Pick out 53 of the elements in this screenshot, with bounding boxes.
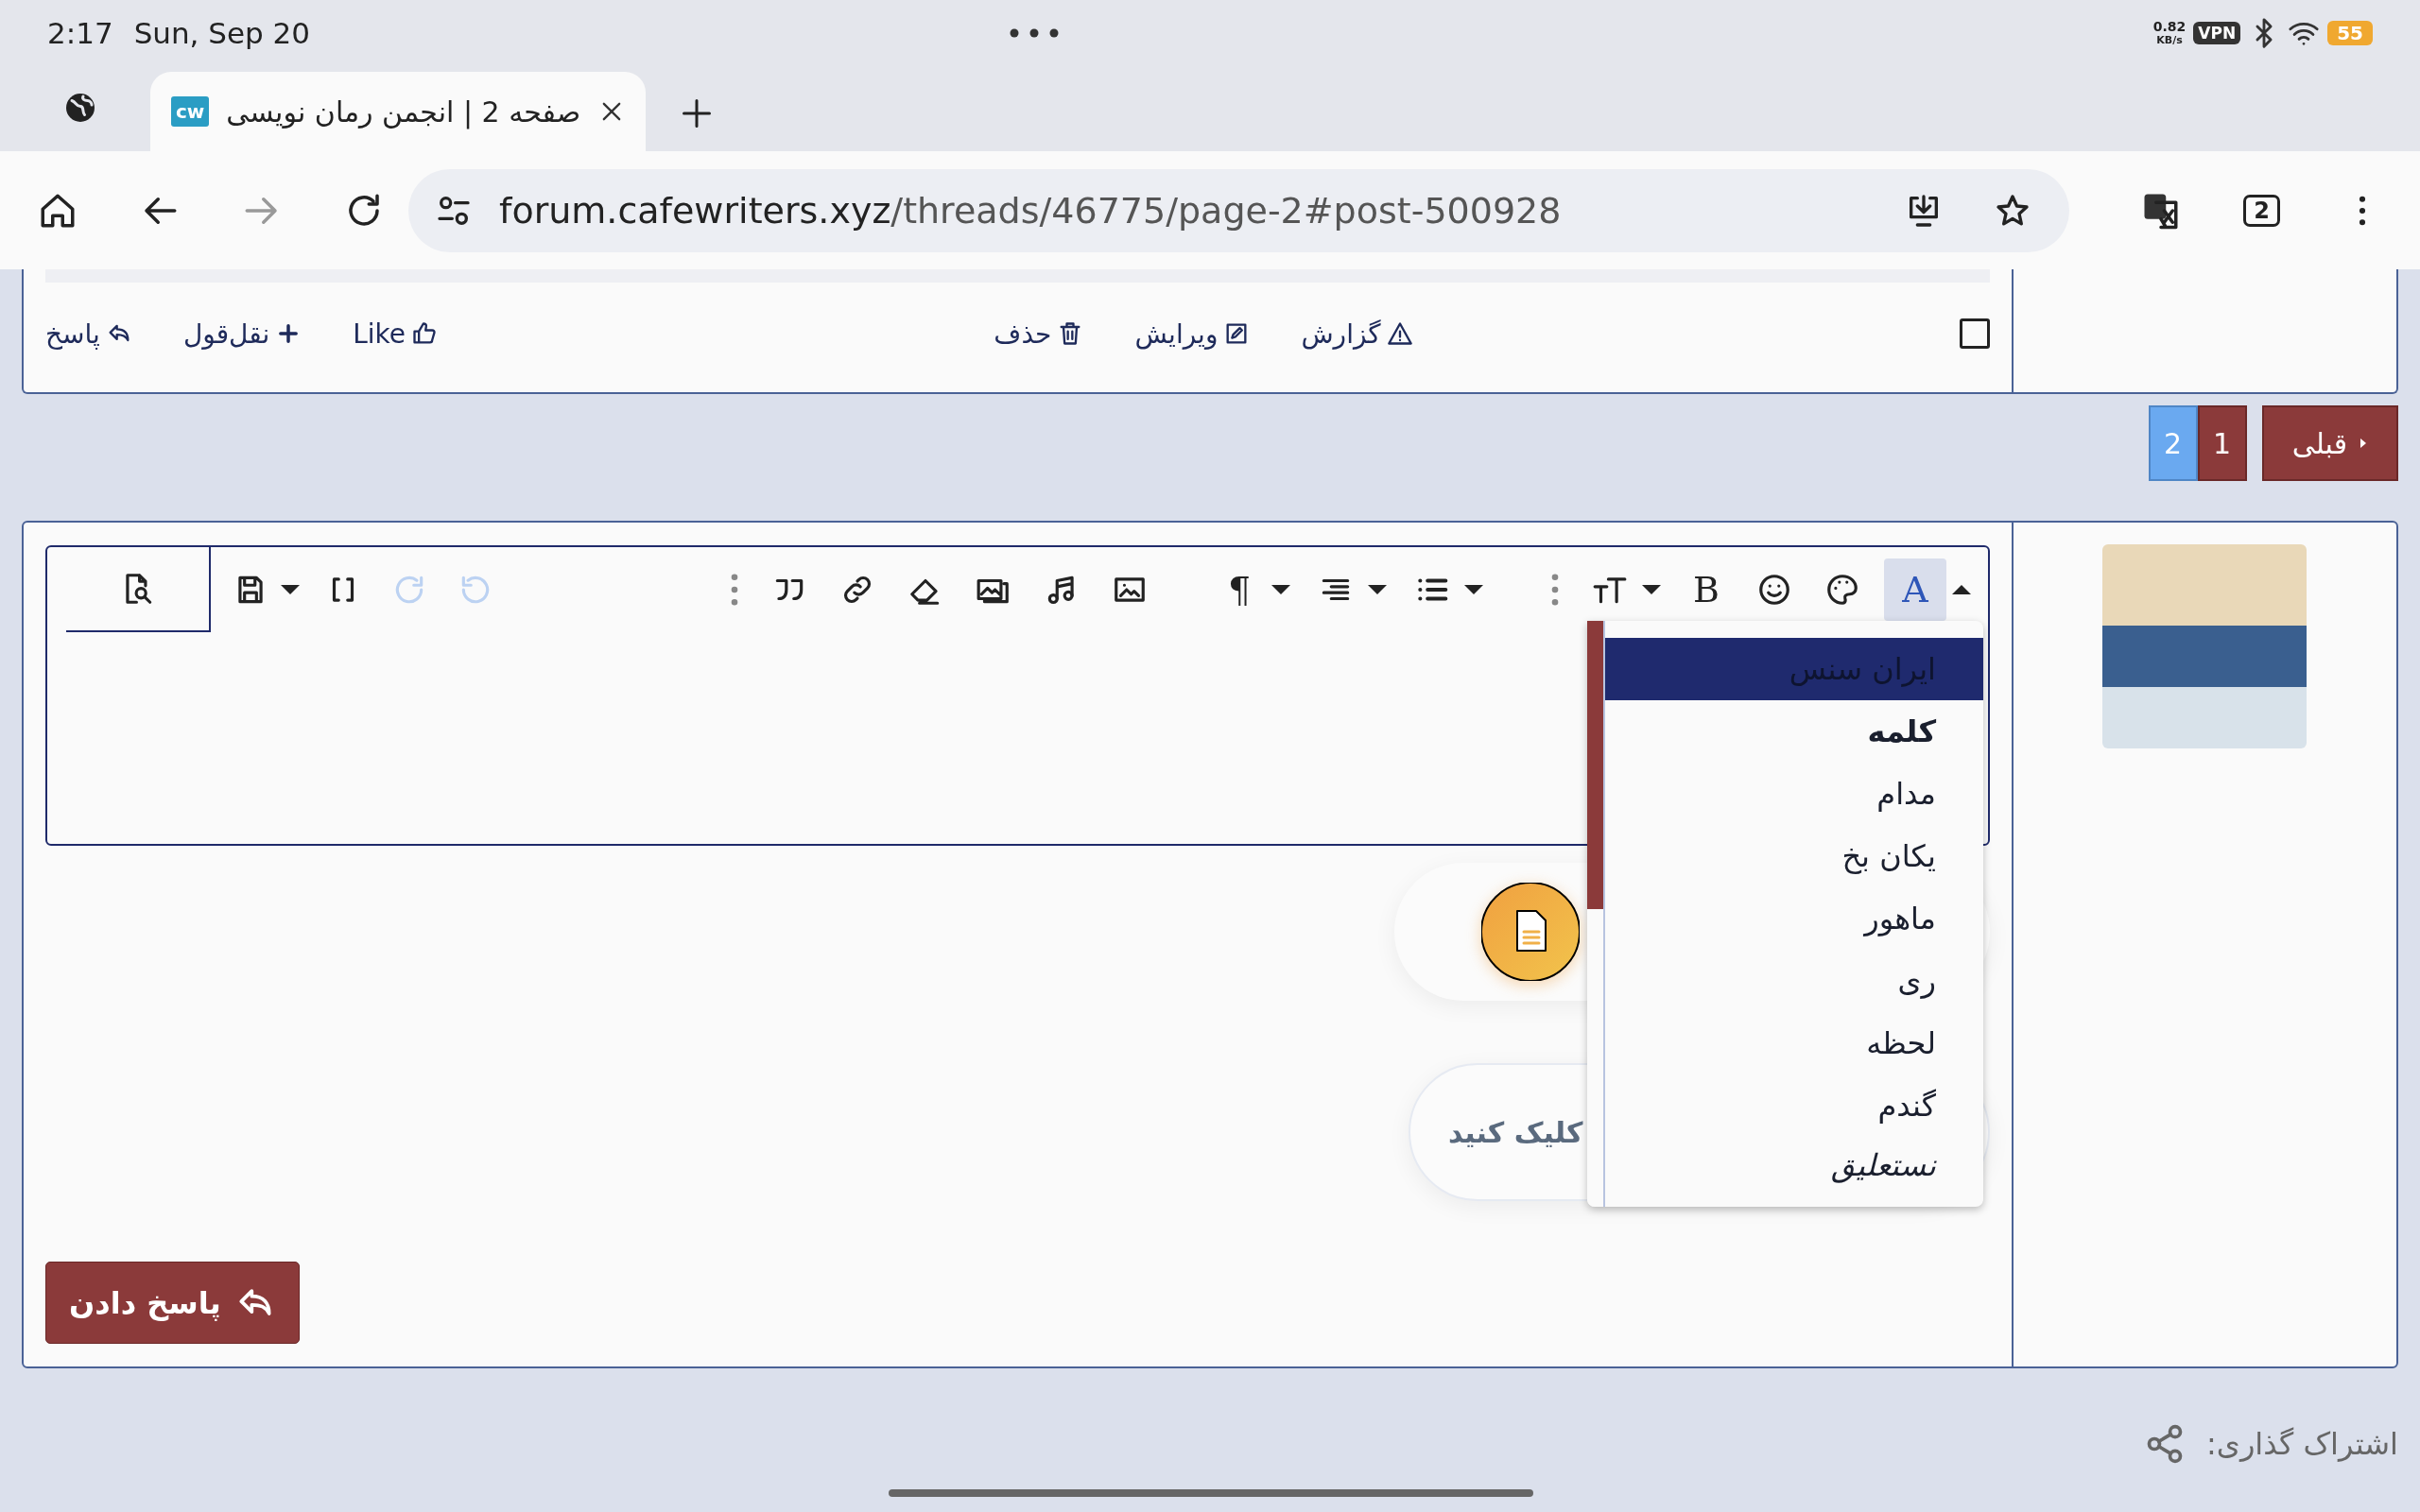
smiley-icon [1756, 572, 1792, 608]
reply-link[interactable]: پاسخ [45, 318, 132, 350]
caret-icon [2359, 437, 2368, 450]
caret-icon [1368, 585, 1387, 594]
tab-title: صفحه 2 | انجمن رمان نویسی [226, 94, 581, 129]
dots-icon [731, 574, 738, 606]
battery-level: 55 [2327, 21, 2373, 45]
site-favicon: cw [171, 96, 210, 127]
caret-icon [1952, 585, 1971, 594]
url-text: forum.cafewriters.xyz/threads/46775/page-2#post-500928 [499, 189, 1562, 232]
select-checkbox[interactable] [1960, 318, 1990, 349]
page-button[interactable]: 1 [2197, 405, 2247, 481]
delete-link[interactable]: حذف [994, 318, 1084, 350]
bold-button[interactable]: B [1680, 563, 1733, 616]
report-link[interactable]: گزارش [1301, 318, 1413, 350]
warning-icon [1386, 320, 1413, 347]
network-speed: 0.82 [2152, 20, 2187, 35]
previous-button[interactable]: قبلی [2261, 405, 2398, 481]
network-unit: KB/s [2156, 34, 2183, 46]
font-option[interactable]: نستعلیق [1605, 1137, 1983, 1194]
edit-link[interactable]: ویرایش [1134, 318, 1251, 350]
reply-button[interactable]: پاسخ دادن [45, 1262, 300, 1344]
font-option[interactable]: ماهور [1605, 887, 1983, 950]
status-date: Sun, Sep 20 [133, 16, 311, 50]
caret-icon [1642, 585, 1661, 594]
scrollbar[interactable] [1587, 621, 1605, 1207]
like-link[interactable]: Like [353, 318, 439, 350]
address-bar[interactable]: forum.cafewriters.xyz/threads/46775/page-2#post-500928 [408, 168, 2070, 252]
status-time: 2:17 [47, 16, 113, 50]
font-option[interactable]: ری [1605, 950, 1983, 1012]
font-option[interactable]: یکان بخ [1605, 825, 1983, 887]
caret-icon [1271, 585, 1290, 594]
vpn-badge: VPN [2193, 22, 2241, 44]
paragraph-button[interactable]: ¶ [1213, 563, 1266, 616]
dots-icon [1551, 574, 1559, 606]
font-button[interactable]: A [1884, 558, 1946, 621]
font-option[interactable]: گندم [1605, 1074, 1983, 1137]
dots-icon [1010, 28, 1060, 38]
upload-hint: کلیک کنید [1448, 1115, 1583, 1149]
font-option[interactable]: مدام [1605, 763, 1983, 825]
preview-button[interactable] [66, 547, 211, 632]
share-label: اشتراک گذاری: [2206, 1426, 2398, 1462]
new-tab-icon[interactable] [680, 96, 714, 130]
caret-icon [1464, 585, 1483, 594]
document-icon [1481, 883, 1580, 981]
caret-icon [281, 585, 300, 594]
globe-icon[interactable] [63, 91, 97, 125]
font-option[interactable]: کلمه [1605, 700, 1983, 763]
quote-link[interactable]: نقل‌قول [182, 318, 302, 350]
font-option[interactable]: لحظه [1605, 1012, 1983, 1074]
palette-icon [1824, 572, 1860, 608]
tab-count-button[interactable]: 2 [2243, 194, 2280, 227]
thumbs-up-icon [411, 320, 439, 347]
